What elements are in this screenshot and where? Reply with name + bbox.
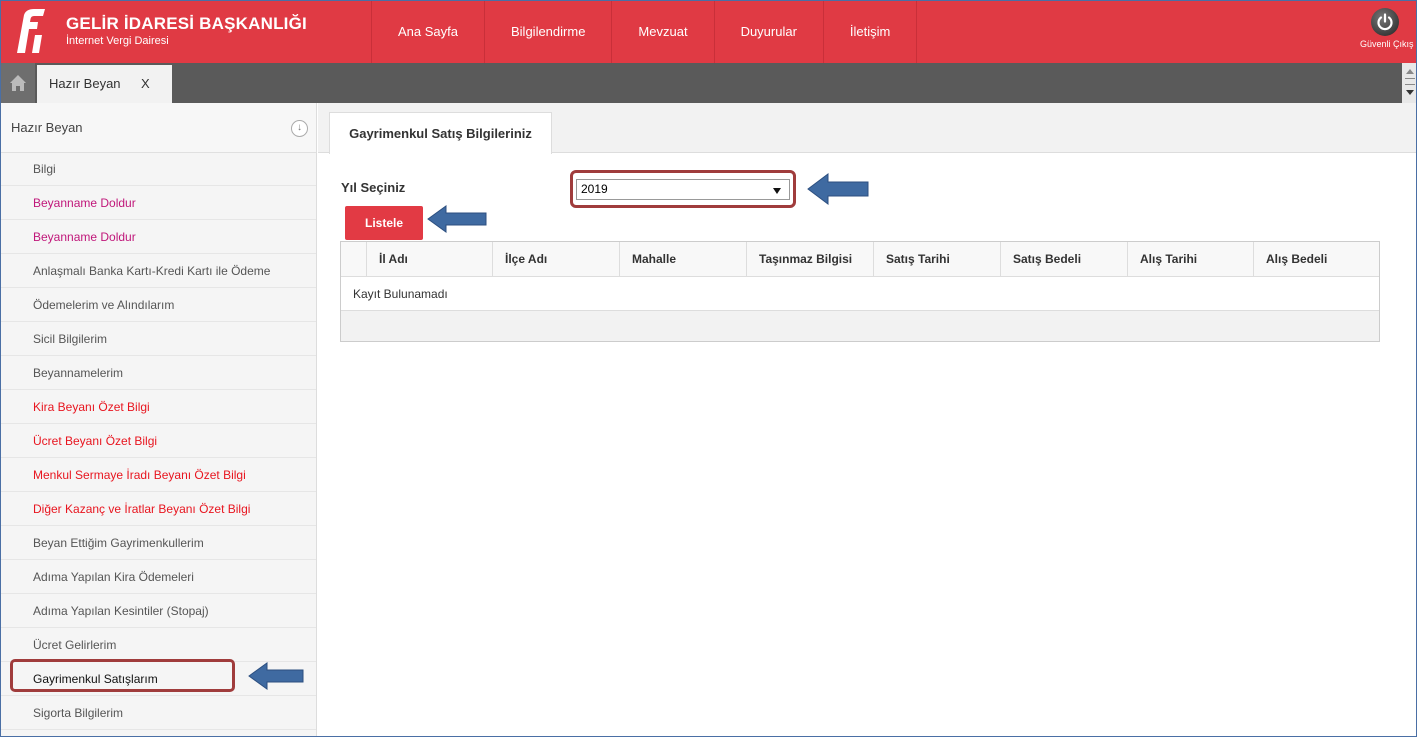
sidebar: Hazır Beyan ↓ Bilgi Beyanname Doldur Beyan… <box>1 103 317 736</box>
content-tabs: Gayrimenkul Satış Bilgileriniz <box>318 103 1416 154</box>
arrow-icon <box>248 662 304 690</box>
sidebar-item[interactable]: Diğer Kazanç ve İratlar Beyanı Özet Bilg… <box>1 492 316 526</box>
sidebar-item[interactable]: Adıma Yapılan Kira Ödemeleri <box>1 560 316 594</box>
sidebar-item[interactable]: Ödemelerim ve Alındılarım <box>1 288 316 322</box>
menu-lines-icon <box>1405 78 1415 85</box>
empty-message: Kayıt Bulunamadı <box>341 277 1379 311</box>
results-table: İl Adı İlçe Adı Mahalle Taşınmaz Bilgisi… <box>340 241 1380 342</box>
arrow-icon <box>427 205 487 233</box>
nav-home[interactable]: Ana Sayfa <box>371 1 484 63</box>
sidebar-menu: Bilgi Beyanname Doldur Beyanname Doldur Anl… <box>1 153 316 730</box>
sidebar-item[interactable]: Beyannamelerim <box>1 356 316 390</box>
sidebar-title: Hazır Beyan <box>11 120 83 135</box>
nav-contact[interactable]: İletişim <box>822 1 918 63</box>
home-icon <box>10 75 26 91</box>
sidebar-item[interactable]: Bilgi <box>1 153 316 186</box>
sidebar-item[interactable]: Kira Beyanı Özet Bilgi <box>1 390 316 424</box>
sidebar-item[interactable]: Menkul Sermaye İradı Beyanı Özet Bilgi <box>1 458 316 492</box>
highlight-box-sidebar <box>10 659 235 692</box>
collapse-toggle-icon[interactable]: ↓ <box>291 120 308 137</box>
table-header-cell[interactable]: Mahalle <box>620 242 747 277</box>
table-footer <box>341 311 1379 341</box>
table-header-cell[interactable]: Satış Bedeli <box>1001 242 1128 277</box>
logout-button[interactable]: Güvenli Çıkış <box>1360 8 1414 49</box>
list-button[interactable]: Listele <box>345 206 423 240</box>
sidebar-item[interactable]: Beyanname Doldur <box>1 220 316 254</box>
table-header-cell[interactable]: İlçe Adı <box>493 242 620 277</box>
sidebar-item[interactable]: Ücret Gelirlerim <box>1 628 316 662</box>
close-tab-button[interactable]: X <box>141 65 150 103</box>
top-header: GELİR İDARESİ BAŞKANLIĞI İnternet Vergi … <box>1 1 1416 63</box>
site-title: GELİR İDARESİ BAŞKANLIĞI <box>66 14 307 33</box>
table-header-cell[interactable]: Alış Bedeli <box>1254 242 1379 277</box>
page: GELİR İDARESİ BAŞKANLIĞI İnternet Vergi … <box>0 0 1417 737</box>
sidebar-item[interactable]: Ücret Beyanı Özet Bilgi <box>1 424 316 458</box>
sidebar-item[interactable]: Adıma Yapılan Kesintiler (Stopaj) <box>1 594 316 628</box>
tab-strip: Hazır Beyan X <box>1 63 1416 103</box>
open-tab-hazir-beyan[interactable]: Hazır Beyan X <box>37 65 172 103</box>
sidebar-item[interactable]: Beyan Ettiğim Gayrimenkullerim <box>1 526 316 560</box>
sidebar-item[interactable]: Beyanname Doldur <box>1 186 316 220</box>
main-nav: Ana Sayfa Bilgilendirme Mevzuat Duyurula… <box>371 1 918 63</box>
sidebar-item[interactable]: Anlaşmalı Banka Kartı-Kredi Kartı ile Öd… <box>1 254 316 288</box>
table-header-cell[interactable]: Satış Tarihi <box>874 242 1001 277</box>
nav-info[interactable]: Bilgilendirme <box>484 1 611 63</box>
logout-label: Güvenli Çıkış <box>1360 39 1414 49</box>
sidebar-item[interactable]: Sigorta Bilgilerim <box>1 696 316 730</box>
year-label: Yıl Seçiniz <box>341 180 406 195</box>
year-select-value: 2019 <box>581 182 608 196</box>
table-header-cell <box>341 242 367 277</box>
sidebar-header: Hazır Beyan ↓ <box>1 103 316 153</box>
nav-announcements[interactable]: Duyurular <box>713 1 823 63</box>
arrow-icon <box>807 173 869 205</box>
logo-icon <box>7 7 51 57</box>
nav-legislation[interactable]: Mevzuat <box>611 1 713 63</box>
tab-gayrimenkul-satis[interactable]: Gayrimenkul Satış Bilgileriniz <box>329 112 552 154</box>
chevron-up-icon <box>1406 69 1414 74</box>
chevron-down-icon <box>1406 90 1414 95</box>
open-tab-label: Hazır Beyan <box>49 76 121 91</box>
main-content: Gayrimenkul Satış Bilgileriniz Yıl Seçin… <box>318 103 1416 736</box>
dropdown-caret-icon <box>773 188 781 194</box>
table-header-cell[interactable]: Taşınmaz Bilgisi <box>747 242 874 277</box>
table-header-cell[interactable]: İl Adı <box>367 242 493 277</box>
tab-strip-scroller[interactable] <box>1402 63 1416 103</box>
table-header: İl Adı İlçe Adı Mahalle Taşınmaz Bilgisi… <box>341 242 1379 277</box>
sidebar-item[interactable]: Sicil Bilgilerim <box>1 322 316 356</box>
power-icon <box>1371 8 1399 36</box>
site-subtitle: İnternet Vergi Dairesi <box>66 35 169 47</box>
home-button[interactable] <box>1 63 35 103</box>
table-header-cell[interactable]: Alış Tarihi <box>1128 242 1254 277</box>
year-select[interactable]: 2019 <box>576 179 790 200</box>
